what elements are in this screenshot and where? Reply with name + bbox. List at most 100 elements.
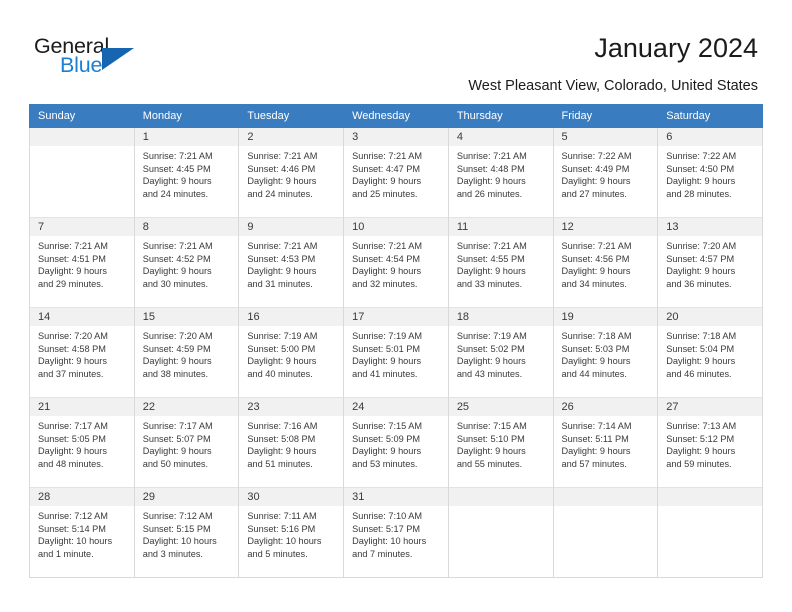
calendar-day-cell[interactable]: 29 Sunrise: 7:12 AM Sunset: 5:15 PM Dayligh…	[133, 487, 240, 578]
sunset-time: Sunset: 4:51 PM	[38, 253, 106, 264]
sunrise-time: Sunrise: 7:21 AM	[247, 241, 318, 251]
calendar-day-cell[interactable]: 4 Sunrise: 7:21 AM Sunset: 4:48 PM Daylight…	[447, 127, 554, 218]
calendar-day-cell[interactable]: 13 Sunrise: 7:20 AM Sunset: 4:57 PM Dayligh…	[657, 217, 763, 308]
calendar-day-cell[interactable]: 1 Sunrise: 7:21 AM Sunset: 4:45 PM Daylight…	[133, 127, 240, 218]
page-header: General Blue January 2024 West Pleasant …	[0, 0, 792, 94]
day-details: Sunrise: 7:20 AM Sunset: 4:59 PM Daylight:…	[135, 326, 239, 380]
daylight-line-1: Daylight: 9 hours	[456, 356, 526, 367]
day-number: 15	[134, 308, 239, 326]
day-number: 4	[448, 128, 553, 146]
weekday-header-sunday: Sunday	[29, 104, 135, 128]
day-details: Sunrise: 7:19 AM Sunset: 5:02 PM Daylight:…	[449, 326, 553, 380]
calendar-day-cell[interactable]: 22 Sunrise: 7:17 AM Sunset: 5:07 PM Dayligh…	[133, 397, 240, 488]
daylight-line-1: Daylight: 9 hours	[38, 266, 107, 277]
day-details: Sunrise: 7:18 AM Sunset: 5:03 PM Daylight:…	[554, 326, 658, 380]
day-number: 6	[658, 128, 762, 146]
page-subtitle: West Pleasant View, Colorado, United Sta…	[468, 78, 758, 94]
calendar-day-cell[interactable]: 11 Sunrise: 7:21 AM Sunset: 4:55 PM Dayligh…	[447, 217, 554, 308]
calendar-cell-empty	[657, 487, 763, 578]
daylight-line-2: and 44 minutes.	[561, 368, 627, 379]
sunrise-time: Sunrise: 7:20 AM	[38, 331, 108, 341]
calendar-day-cell[interactable]: 23 Sunrise: 7:16 AM Sunset: 5:08 PM Dayligh…	[238, 397, 345, 488]
daylight-line-1: Daylight: 9 hours	[666, 176, 736, 187]
sunrise-time: Sunrise: 7:21 AM	[456, 151, 527, 161]
day-number: 16	[239, 308, 344, 326]
day-details: Sunrise: 7:20 AM Sunset: 4:58 PM Daylight:…	[30, 326, 134, 380]
calendar-day-cell[interactable]: 16 Sunrise: 7:19 AM Sunset: 5:00 PM Dayligh…	[238, 307, 345, 398]
daylight-line-2: and 57 minutes.	[561, 458, 627, 469]
daylight-line-1: Daylight: 9 hours	[456, 266, 526, 277]
calendar-day-cell[interactable]: 3 Sunrise: 7:21 AM Sunset: 4:47 PM Daylight…	[343, 127, 449, 218]
calendar-week-row: 14 Sunrise: 7:20 AM Sunset: 4:58 PM Dayligh…	[29, 307, 763, 398]
daylight-line-1: Daylight: 9 hours	[352, 356, 422, 367]
sunrise-time: Sunrise: 7:11 AM	[247, 511, 317, 521]
calendar-day-cell[interactable]: 7 Sunrise: 7:21 AM Sunset: 4:51 PM Daylight…	[29, 217, 135, 308]
calendar-day-cell[interactable]: 19 Sunrise: 7:18 AM Sunset: 5:03 PM Dayligh…	[552, 307, 659, 398]
calendar-page: General Blue January 2024 West Pleasant …	[0, 0, 792, 612]
calendar-day-cell[interactable]: 25 Sunrise: 7:15 AM Sunset: 5:10 PM Dayligh…	[447, 397, 554, 488]
sunrise-time: Sunrise: 7:13 AM	[666, 421, 737, 431]
calendar-day-cell[interactable]: 20 Sunrise: 7:18 AM Sunset: 5:04 PM Dayligh…	[657, 307, 763, 398]
calendar-day-cell[interactable]: 30 Sunrise: 7:11 AM Sunset: 5:16 PM Dayligh…	[238, 487, 345, 578]
calendar-day-cell[interactable]: 12 Sunrise: 7:21 AM Sunset: 4:56 PM Dayligh…	[552, 217, 659, 308]
calendar-day-cell[interactable]: 28 Sunrise: 7:12 AM Sunset: 5:14 PM Dayligh…	[29, 487, 135, 578]
logo-text-blue: Blue	[60, 53, 103, 77]
day-number: 24	[344, 398, 448, 416]
day-details: Sunrise: 7:11 AM Sunset: 5:16 PM Daylight:…	[239, 506, 343, 560]
calendar-day-cell[interactable]: 8 Sunrise: 7:21 AM Sunset: 4:52 PM Daylight…	[133, 217, 240, 308]
daylight-line-2: and 32 minutes.	[352, 278, 418, 289]
sunset-time: Sunset: 5:07 PM	[142, 433, 211, 444]
sunrise-time: Sunrise: 7:19 AM	[456, 331, 527, 341]
sunrise-time: Sunrise: 7:22 AM	[561, 151, 632, 161]
day-details: Sunrise: 7:14 AM Sunset: 5:11 PM Daylight:…	[554, 416, 658, 470]
day-details: Sunrise: 7:15 AM Sunset: 5:10 PM Daylight:…	[449, 416, 553, 470]
day-number	[30, 128, 134, 146]
day-details: Sunrise: 7:21 AM Sunset: 4:45 PM Daylight:…	[135, 146, 239, 200]
calendar-day-cell[interactable]: 10 Sunrise: 7:21 AM Sunset: 4:54 PM Dayligh…	[343, 217, 449, 308]
calendar-day-cell[interactable]: 9 Sunrise: 7:21 AM Sunset: 4:53 PM Daylight…	[238, 217, 345, 308]
weekday-header-thursday: Thursday	[447, 104, 554, 128]
daylight-line-1: Daylight: 10 hours	[38, 536, 113, 547]
daylight-line-2: and 5 minutes.	[247, 548, 308, 559]
day-number: 23	[239, 398, 344, 416]
calendar-day-cell[interactable]: 18 Sunrise: 7:19 AM Sunset: 5:02 PM Dayligh…	[447, 307, 554, 398]
calendar-day-cell[interactable]: 2 Sunrise: 7:21 AM Sunset: 4:46 PM Daylight…	[238, 127, 345, 218]
general-blue-logo[interactable]: General Blue	[34, 34, 154, 80]
daylight-line-2: and 53 minutes.	[352, 458, 418, 469]
daylight-line-2: and 25 minutes.	[352, 188, 418, 199]
daylight-line-1: Daylight: 9 hours	[247, 446, 317, 457]
calendar-day-cell[interactable]: 26 Sunrise: 7:14 AM Sunset: 5:11 PM Dayligh…	[552, 397, 659, 488]
sunset-time: Sunset: 5:03 PM	[561, 343, 630, 354]
daylight-line-2: and 34 minutes.	[561, 278, 627, 289]
sunset-time: Sunset: 4:47 PM	[352, 163, 421, 174]
calendar-day-cell[interactable]: 17 Sunrise: 7:19 AM Sunset: 5:01 PM Dayligh…	[343, 307, 449, 398]
calendar-day-cell[interactable]: 14 Sunrise: 7:20 AM Sunset: 4:58 PM Dayligh…	[29, 307, 135, 398]
sunset-time: Sunset: 5:14 PM	[38, 523, 106, 534]
calendar-header-row: Sunday Monday Tuesday Wednesday Thursday Frid…	[29, 104, 763, 128]
calendar-day-cell[interactable]: 15 Sunrise: 7:20 AM Sunset: 4:59 PM Dayligh…	[133, 307, 240, 398]
weekday-header-wednesday: Wednesday	[343, 104, 449, 128]
day-number	[448, 488, 553, 506]
calendar-day-cell[interactable]: 21 Sunrise: 7:17 AM Sunset: 5:05 PM Dayligh…	[29, 397, 135, 488]
calendar-body: 1 Sunrise: 7:21 AM Sunset: 4:45 PM Daylight…	[29, 127, 763, 578]
sunrise-time: Sunrise: 7:21 AM	[142, 151, 213, 161]
day-details: Sunrise: 7:21 AM Sunset: 4:46 PM Daylight:…	[239, 146, 343, 200]
daylight-line-2: and 37 minutes.	[38, 368, 104, 379]
calendar-day-cell[interactable]: 5 Sunrise: 7:22 AM Sunset: 4:49 PM Daylight…	[552, 127, 659, 218]
logo-triangle-icon	[102, 48, 134, 70]
day-number: 19	[553, 308, 658, 326]
day-details: Sunrise: 7:18 AM Sunset: 5:04 PM Daylight:…	[658, 326, 762, 380]
calendar-day-cell[interactable]: 27 Sunrise: 7:13 AM Sunset: 5:12 PM Dayligh…	[657, 397, 763, 488]
daylight-line-2: and 33 minutes.	[456, 278, 523, 289]
day-details: Sunrise: 7:10 AM Sunset: 5:17 PM Daylight:…	[344, 506, 448, 560]
daylight-line-1: Daylight: 9 hours	[456, 176, 526, 187]
calendar-day-cell[interactable]: 31 Sunrise: 7:10 AM Sunset: 5:17 PM Dayligh…	[343, 487, 449, 578]
sunset-time: Sunset: 5:10 PM	[456, 433, 525, 444]
day-details: Sunrise: 7:21 AM Sunset: 4:48 PM Daylight:…	[449, 146, 553, 200]
day-number: 18	[448, 308, 553, 326]
calendar-day-cell[interactable]: 6 Sunrise: 7:22 AM Sunset: 4:50 PM Daylight…	[657, 127, 763, 218]
calendar-day-cell[interactable]: 24 Sunrise: 7:15 AM Sunset: 5:09 PM Dayligh…	[343, 397, 449, 488]
daylight-line-1: Daylight: 9 hours	[247, 266, 317, 277]
day-number: 2	[239, 128, 344, 146]
day-details: Sunrise: 7:21 AM Sunset: 4:47 PM Daylight:…	[344, 146, 448, 200]
